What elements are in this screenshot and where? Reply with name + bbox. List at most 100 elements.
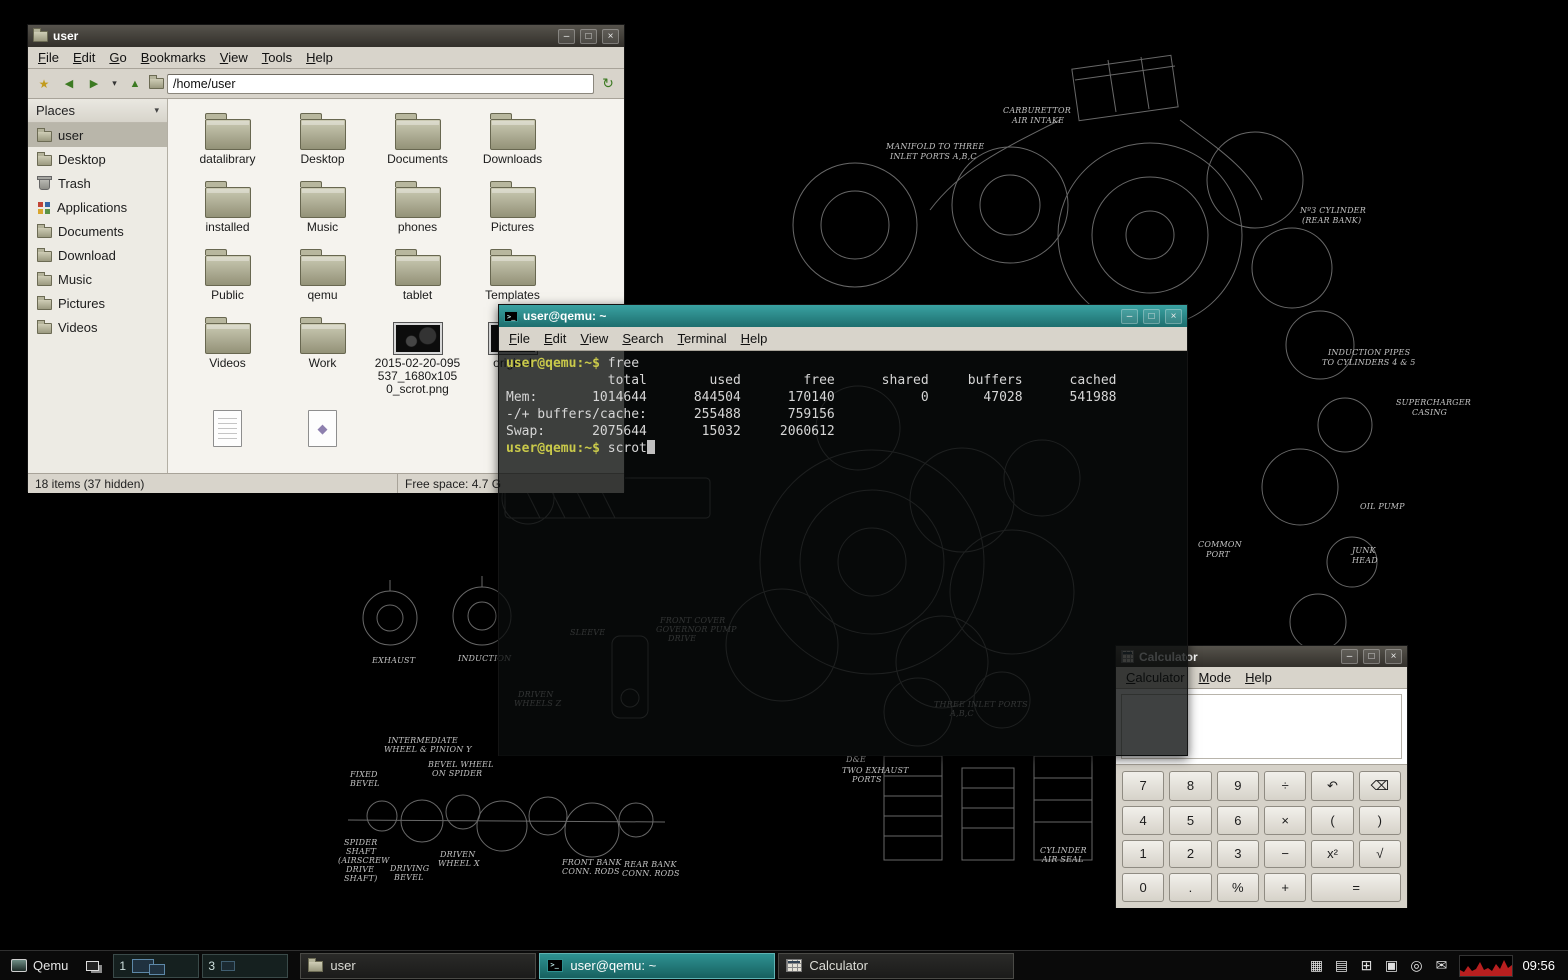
key-8[interactable]: 8: [1169, 771, 1211, 801]
open-paren-button[interactable]: (: [1311, 806, 1353, 835]
mail-icon[interactable]: ✉: [1432, 957, 1450, 974]
file-item[interactable]: Templates: [465, 247, 560, 303]
minimize-button[interactable]: –: [1121, 309, 1138, 324]
menu-item[interactable]: Help: [1238, 668, 1279, 687]
key-6[interactable]: 6: [1217, 806, 1259, 835]
close-button[interactable]: ×: [1165, 309, 1182, 324]
square-root-button[interactable]: √: [1359, 840, 1401, 869]
cpu-monitor: [1459, 955, 1513, 977]
calculator-tray-icon[interactable]: ⊞: [1357, 957, 1375, 974]
menu-item[interactable]: View: [573, 329, 615, 348]
maximize-button[interactable]: □: [1143, 309, 1160, 324]
close-button[interactable]: ×: [1385, 649, 1402, 664]
file-item[interactable]: installed: [180, 179, 275, 235]
new-tab-icon[interactable]: ★: [33, 74, 55, 94]
workspace-2[interactable]: 3: [202, 954, 288, 978]
file-item[interactable]: qemu: [275, 247, 370, 303]
file-item[interactable]: Music: [275, 179, 370, 235]
menu-item[interactable]: File: [502, 329, 537, 348]
task-button[interactable]: Calculator: [778, 953, 1014, 979]
file-item[interactable]: phones: [370, 179, 465, 235]
file-item[interactable]: 2015-02-20-095537_1680x1050_scrot.png: [370, 315, 465, 396]
place-item[interactable]: Trash: [28, 171, 167, 195]
key-3[interactable]: 3: [1217, 840, 1259, 869]
file-manager-titlebar[interactable]: user – □ ×: [28, 25, 624, 47]
menu-item[interactable]: File: [31, 48, 66, 67]
minimize-button[interactable]: –: [1341, 649, 1358, 664]
task-button[interactable]: user: [300, 953, 536, 979]
file-item[interactable]: Desktop: [275, 111, 370, 167]
multiply-button[interactable]: ×: [1264, 806, 1306, 835]
divide-button[interactable]: ÷: [1264, 771, 1306, 801]
place-item[interactable]: Desktop: [28, 147, 167, 171]
terminal-output[interactable]: user@qemu:~$ free total used free shared…: [499, 351, 1187, 756]
menu-item[interactable]: Mode: [1192, 668, 1239, 687]
menu-item[interactable]: Bookmarks: [134, 48, 213, 67]
undo-button[interactable]: ↶: [1311, 771, 1353, 801]
terminal-titlebar[interactable]: user@qemu: ~ – □ ×: [499, 305, 1187, 327]
maximize-button[interactable]: □: [580, 29, 597, 44]
chevron-down-icon[interactable]: ▾: [108, 74, 121, 94]
key-2[interactable]: 2: [1169, 840, 1211, 869]
square-button[interactable]: x²: [1311, 840, 1353, 869]
workspace-1[interactable]: 1: [113, 954, 199, 978]
key-1[interactable]: 1: [1122, 840, 1164, 869]
network-icon[interactable]: ◎: [1407, 957, 1425, 974]
key-7[interactable]: 7: [1122, 771, 1164, 801]
file-item[interactable]: Pictures: [465, 179, 560, 235]
file-item[interactable]: Public: [180, 247, 275, 303]
places-header[interactable]: Places ▾: [28, 99, 167, 123]
menu-item[interactable]: Edit: [66, 48, 102, 67]
forward-icon[interactable]: ▶: [83, 74, 105, 94]
close-paren-button[interactable]: ): [1359, 806, 1401, 835]
image-viewer-icon[interactable]: ▦: [1307, 957, 1325, 974]
menu-item[interactable]: Help: [734, 329, 775, 348]
menu-item[interactable]: Edit: [537, 329, 573, 348]
file-item[interactable]: datalibrary: [180, 111, 275, 167]
backspace-button[interactable]: ⌫: [1359, 771, 1401, 801]
menu-item[interactable]: Tools: [255, 48, 299, 67]
place-item[interactable]: Videos: [28, 315, 167, 339]
floppy-icon[interactable]: ▣: [1382, 957, 1400, 974]
menu-item[interactable]: View: [213, 48, 255, 67]
folder-icon: [300, 255, 346, 286]
close-button[interactable]: ×: [602, 29, 619, 44]
file-item[interactable]: Downloads: [465, 111, 560, 167]
key-5[interactable]: 5: [1169, 806, 1211, 835]
file-item[interactable]: Videos: [180, 315, 275, 396]
menu-item[interactable]: Help: [299, 48, 340, 67]
place-item[interactable]: user: [28, 123, 167, 147]
key-9[interactable]: 9: [1217, 771, 1259, 801]
menu-item[interactable]: Go: [102, 48, 133, 67]
file-manager-icon[interactable]: ▤: [1332, 957, 1350, 974]
equals-button[interactable]: =: [1311, 873, 1401, 902]
up-icon[interactable]: ▲: [124, 74, 146, 94]
place-item[interactable]: Music: [28, 267, 167, 291]
place-item[interactable]: Pictures: [28, 291, 167, 315]
subtract-button[interactable]: −: [1264, 840, 1306, 869]
key-0[interactable]: 0: [1122, 873, 1164, 902]
jump-icon[interactable]: ↻: [597, 74, 619, 94]
key-4[interactable]: 4: [1122, 806, 1164, 835]
menu-item[interactable]: Search: [615, 329, 670, 348]
menu-item[interactable]: Terminal: [671, 329, 734, 348]
path-input[interactable]: [167, 74, 594, 94]
minimize-button[interactable]: –: [558, 29, 575, 44]
file-label: 2015-02-20-095537_1680x1050_scrot.png: [375, 357, 461, 396]
file-item[interactable]: Documents: [370, 111, 465, 167]
add-button[interactable]: +: [1264, 873, 1306, 902]
file-item[interactable]: [275, 408, 370, 464]
decimal-button[interactable]: .: [1169, 873, 1211, 902]
maximize-button[interactable]: □: [1363, 649, 1380, 664]
place-item[interactable]: Documents: [28, 219, 167, 243]
show-desktop-button[interactable]: [79, 954, 105, 978]
file-item[interactable]: tablet: [370, 247, 465, 303]
file-item[interactable]: [180, 408, 275, 464]
place-item[interactable]: Applications: [28, 195, 167, 219]
percent-button[interactable]: %: [1217, 873, 1259, 902]
back-icon[interactable]: ◀: [58, 74, 80, 94]
applications-menu-button[interactable]: Qemu: [4, 953, 75, 979]
task-button[interactable]: user@qemu: ~: [539, 953, 775, 979]
place-item[interactable]: Download: [28, 243, 167, 267]
file-item[interactable]: Work: [275, 315, 370, 396]
